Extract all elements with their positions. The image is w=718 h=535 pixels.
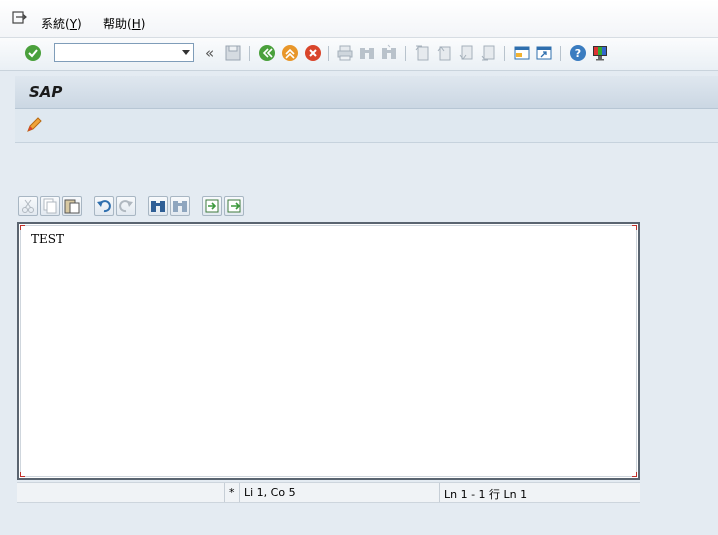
toolbar-separator xyxy=(328,46,329,61)
paste-icon[interactable] xyxy=(62,196,82,216)
copy-icon[interactable] xyxy=(40,196,60,216)
cursor-position: Li 1, Co 5 xyxy=(244,486,296,499)
line-count: Ln 1 - 1 行 Ln 1 xyxy=(444,488,528,501)
back-icon[interactable] xyxy=(258,44,276,62)
menu-system-tail: ) xyxy=(77,17,82,31)
text-editor-area[interactable]: TEST xyxy=(20,225,637,477)
exit-icon[interactable] xyxy=(281,44,299,62)
find-icon[interactable] xyxy=(148,196,168,216)
status-divider xyxy=(439,483,440,502)
chevron-down-icon[interactable] xyxy=(182,50,190,55)
menu-help-accel: H xyxy=(131,17,141,31)
screen-title-bar: SAP xyxy=(15,76,718,109)
menu-system-label: 系統( xyxy=(41,17,70,31)
editor-corner-marker xyxy=(20,225,25,230)
toolbar-separator xyxy=(249,46,250,61)
menu-help[interactable]: 帮助(H) xyxy=(103,15,145,32)
menu-system-accel: Y xyxy=(69,17,78,31)
save-icon[interactable] xyxy=(224,44,242,62)
last-page-icon[interactable] xyxy=(479,44,497,62)
import-icon[interactable] xyxy=(202,196,222,216)
editor-status-bar: * Li 1, Co 5 Ln 1 - 1 行 Ln 1 xyxy=(17,482,640,503)
command-field[interactable] xyxy=(54,43,194,62)
toolbar-separator xyxy=(504,46,505,61)
system-menu-icon[interactable] xyxy=(12,11,28,28)
find-next-icon[interactable] xyxy=(170,196,190,216)
menu-help-label: 帮助( xyxy=(103,17,132,31)
application-toolbar xyxy=(15,109,718,143)
collapse-command-icon[interactable]: « xyxy=(205,44,214,62)
enter-icon[interactable] xyxy=(24,44,42,62)
menu-system[interactable]: 系統(Y) xyxy=(41,15,82,32)
editor-corner-marker xyxy=(20,472,25,477)
help-icon[interactable]: ? xyxy=(569,44,587,62)
page-title: SAP xyxy=(29,83,63,101)
menu-bar: 系統(Y) 帮助(H) xyxy=(0,0,718,37)
cancel-icon[interactable] xyxy=(304,44,322,62)
find-next-icon[interactable] xyxy=(380,44,398,62)
create-session-icon[interactable] xyxy=(513,44,531,62)
status-divider xyxy=(239,483,240,502)
menu-help-tail: ) xyxy=(140,17,146,31)
previous-page-icon[interactable] xyxy=(435,44,453,62)
text-editor[interactable]: TEST xyxy=(17,222,640,480)
status-divider xyxy=(224,483,225,502)
print-icon[interactable] xyxy=(336,44,354,62)
standard-toolbar: « ? xyxy=(0,37,718,71)
editor-content[interactable]: TEST xyxy=(31,232,64,246)
toolbar-separator xyxy=(560,46,561,61)
editor-corner-marker xyxy=(632,225,637,230)
cut-icon[interactable] xyxy=(18,196,38,216)
modified-indicator: * xyxy=(229,486,235,499)
find-icon[interactable] xyxy=(358,44,376,62)
undo-icon[interactable] xyxy=(94,196,114,216)
next-page-icon[interactable] xyxy=(457,44,475,62)
first-page-icon[interactable] xyxy=(413,44,431,62)
redo-icon[interactable] xyxy=(116,196,136,216)
svg-text:?: ? xyxy=(575,47,581,60)
export-icon[interactable] xyxy=(224,196,244,216)
pencil-icon[interactable] xyxy=(25,116,43,134)
toolbar-separator xyxy=(405,46,406,61)
editor-corner-marker xyxy=(632,472,637,477)
shortcut-icon[interactable] xyxy=(535,44,553,62)
layout-menu-icon[interactable] xyxy=(591,44,609,62)
